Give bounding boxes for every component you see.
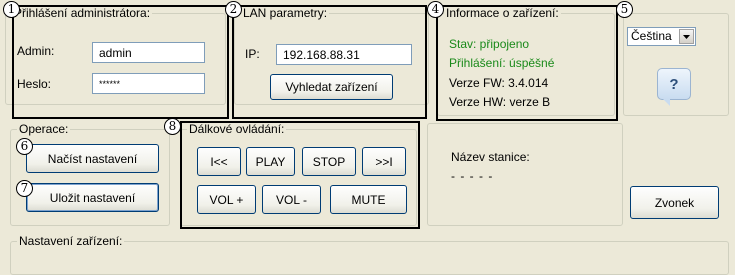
remote-vol-up-label: VOL +	[209, 192, 244, 207]
admin-login-legend: Přihlášení administrátora:	[14, 6, 151, 20]
device-settings-group: Nastavení zařízení:	[10, 235, 729, 275]
device-fw-text: Verze FW: 3.4.014	[449, 76, 549, 90]
callout-number-5: 5	[616, 1, 633, 18]
callout-number-6: 6	[16, 138, 33, 155]
find-device-button[interactable]: Vyhledat zařízení	[270, 74, 393, 100]
device-settings-legend: Nastavení zařízení:	[19, 234, 123, 248]
help-bubble-tail	[663, 99, 670, 106]
admin-user-input[interactable]	[92, 42, 205, 63]
load-settings-label: Načíst nastavení	[47, 151, 138, 166]
remote-vol-up-button[interactable]: VOL +	[197, 185, 256, 214]
remote-mute-button[interactable]: MUTE	[330, 185, 407, 214]
chevron-down-icon[interactable]	[679, 29, 694, 44]
remote-stop-label: STOP	[312, 154, 346, 169]
load-settings-button[interactable]: Načíst nastavení	[26, 144, 159, 173]
remote-stop-button[interactable]: STOP	[302, 147, 356, 176]
remote-vol-down-label: VOL -	[276, 192, 307, 207]
admin-password-input[interactable]	[92, 73, 205, 94]
admin-password-label: Heslo:	[17, 77, 52, 91]
help-glyph: ?	[669, 75, 679, 93]
lan-ip-input[interactable]	[276, 44, 412, 65]
remote-play-label: PLAY	[255, 154, 286, 169]
language-selected-value: Čeština	[631, 29, 672, 43]
remote-next-button[interactable]: >>I	[362, 147, 406, 176]
bell-button[interactable]: Zvonek	[630, 186, 719, 219]
bell-label: Zvonek	[654, 195, 695, 210]
remote-prev-label: I<<	[210, 154, 228, 169]
find-device-label: Vyhledat zařízení	[285, 80, 378, 94]
device-hw-text: Verze HW: verze B	[449, 95, 551, 109]
save-settings-label: Uložit nastavení	[49, 190, 136, 205]
remote-vol-down-button[interactable]: VOL -	[262, 185, 321, 214]
remote-mute-label: MUTE	[351, 192, 386, 207]
device-info-legend: Informace o zařízení:	[446, 6, 559, 20]
device-login-text: Přihlášení: úspěšné	[449, 56, 555, 70]
callout-number-4: 4	[427, 1, 444, 18]
device-status-text: Stav: připojeno	[449, 37, 530, 51]
save-settings-button[interactable]: Uložit nastavení	[26, 183, 159, 212]
language-select[interactable]: Čeština	[627, 27, 696, 46]
remote-control-legend: Dálkové ovládání:	[189, 122, 285, 136]
lan-ip-label: IP:	[245, 47, 260, 61]
help-icon[interactable]: ?	[657, 68, 691, 100]
callout-number-2: 2	[225, 1, 242, 18]
callout-number-7: 7	[16, 180, 33, 197]
station-name-value: - - - - -	[451, 169, 494, 183]
station-name-label: Název stanice:	[451, 150, 530, 164]
callout-number-1: 1	[3, 1, 20, 18]
admin-user-label: Admin:	[17, 44, 55, 58]
callout-number-8: 8	[164, 118, 181, 135]
remote-next-label: >>I	[375, 154, 393, 169]
remote-play-button[interactable]: PLAY	[246, 147, 295, 176]
lan-legend: LAN parametry:	[243, 6, 328, 20]
remote-prev-button[interactable]: I<<	[197, 147, 241, 176]
operations-legend: Operace:	[19, 122, 69, 136]
